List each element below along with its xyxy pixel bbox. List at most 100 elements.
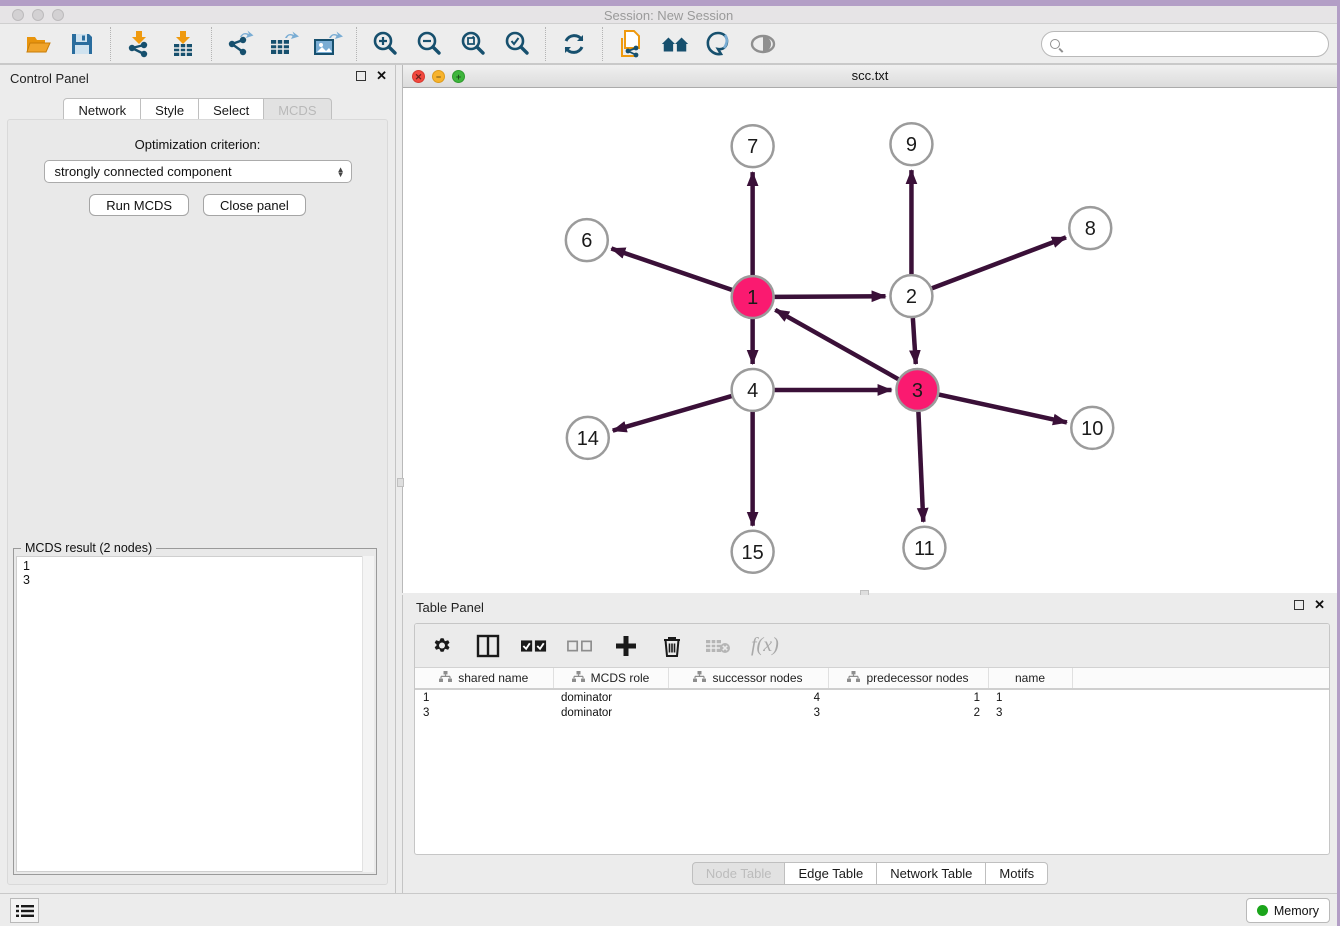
table-row[interactable]: 1dominator411 [415, 689, 1329, 705]
delete-table-icon[interactable] [705, 633, 731, 659]
svg-text:1: 1 [747, 287, 758, 309]
result-scrollbar[interactable] [362, 556, 374, 872]
column-header-MCDS-role[interactable]: MCDS role [553, 668, 668, 689]
graph-node-11[interactable]: 11 [903, 527, 945, 569]
cell-name[interactable]: 1 [988, 689, 1072, 705]
cell-successor-nodes[interactable]: 3 [668, 705, 828, 721]
duplicate-network-icon[interactable] [616, 29, 646, 59]
tab-node-table[interactable]: Node Table [692, 862, 786, 885]
graph-edge-2-8[interactable] [932, 237, 1066, 288]
open-file-icon[interactable] [23, 29, 53, 59]
svg-text:7: 7 [747, 136, 758, 158]
graph-edge-1-6[interactable] [611, 249, 731, 290]
graph-edge-3-10[interactable] [939, 395, 1067, 423]
node-table-container: f(x) shared nameMCDS rolesuccessor nodes… [414, 623, 1330, 855]
search-input[interactable] [1066, 37, 1328, 51]
vertical-splitter-grip[interactable] [397, 478, 404, 487]
network-window-title: scc.txt [403, 68, 1337, 83]
memory-label: Memory [1274, 904, 1319, 918]
save-session-icon[interactable] [67, 29, 97, 59]
refresh-layout-icon[interactable] [559, 29, 589, 59]
graph-edge-4-14[interactable] [613, 396, 732, 431]
close-panel-button[interactable]: Close panel [203, 194, 306, 216]
hierarchy-icon [439, 671, 452, 686]
zoom-fit-icon[interactable] [458, 29, 488, 59]
memory-button[interactable]: Memory [1246, 898, 1330, 923]
graph-node-10[interactable]: 10 [1071, 407, 1113, 449]
column-header-filler [1072, 668, 1329, 689]
hierarchy-icon [847, 671, 860, 686]
criterion-value: strongly connected component [55, 164, 337, 179]
cell-MCDS-role[interactable]: dominator [553, 689, 668, 705]
column-header-predecessor-nodes[interactable]: predecessor nodes [828, 668, 988, 689]
tab-network-table[interactable]: Network Table [877, 862, 986, 885]
close-table-panel-icon[interactable]: ✕ [1314, 600, 1325, 610]
graph-edge-3-11[interactable] [918, 412, 923, 522]
search-box[interactable] [1041, 31, 1329, 57]
zoom-selected-icon[interactable] [502, 29, 532, 59]
export-network-icon[interactable] [225, 29, 255, 59]
svg-text:2: 2 [906, 286, 917, 308]
graph-node-6[interactable]: 6 [566, 219, 608, 261]
task-history-button[interactable] [10, 898, 39, 923]
graph-node-3[interactable]: 3 [896, 369, 938, 411]
graph-edge-2-3[interactable] [913, 318, 916, 364]
float-panel-icon[interactable] [356, 71, 366, 81]
graph-node-1[interactable]: 1 [732, 276, 774, 318]
graph-node-4[interactable]: 4 [732, 369, 774, 411]
delete-column-icon[interactable] [659, 633, 685, 659]
cell-shared-name[interactable]: 1 [415, 689, 553, 705]
hierarchy-icon [572, 671, 585, 686]
run-mcds-button[interactable]: Run MCDS [89, 194, 189, 216]
import-network-icon[interactable] [124, 29, 154, 59]
column-header-name[interactable]: name [988, 668, 1072, 689]
table-row[interactable]: 3dominator323 [415, 705, 1329, 721]
export-image-icon[interactable] [313, 29, 343, 59]
graph-node-2[interactable]: 2 [890, 275, 932, 317]
table-toolbar: f(x) [415, 624, 1329, 668]
graph-node-8[interactable]: 8 [1069, 207, 1111, 249]
tab-motifs[interactable]: Motifs [986, 862, 1048, 885]
first-neighbors-icon[interactable] [660, 29, 690, 59]
window-title: Session: New Session [0, 8, 1337, 23]
select-all-icon[interactable] [521, 633, 547, 659]
function-builder-icon[interactable]: f(x) [751, 634, 779, 657]
search-icon [1050, 39, 1060, 49]
import-table-icon[interactable] [168, 29, 198, 59]
cell-successor-nodes[interactable]: 4 [668, 689, 828, 705]
float-table-panel-icon[interactable] [1294, 600, 1304, 610]
graph-node-14[interactable]: 14 [567, 417, 609, 459]
cell-MCDS-role[interactable]: dominator [553, 705, 668, 721]
cell-predecessor-nodes[interactable]: 2 [828, 705, 988, 721]
network-view-window: ✕ − + scc.txt 7968124314101511 [402, 65, 1337, 593]
column-layout-icon[interactable] [475, 633, 501, 659]
graph-node-7[interactable]: 7 [732, 125, 774, 167]
svg-text:6: 6 [581, 230, 592, 252]
column-header-shared-name[interactable]: shared name [415, 668, 553, 689]
mcds-result-title: MCDS result (2 nodes) [21, 541, 156, 555]
criterion-dropdown[interactable]: strongly connected component ▲▼ [44, 160, 352, 183]
network-canvas[interactable]: 7 9 6 8 1 2 4 3 14 10 15 11 [403, 88, 1337, 593]
cell-shared-name[interactable]: 3 [415, 705, 553, 721]
apply-style-icon[interactable] [704, 29, 734, 59]
zoom-out-icon[interactable] [414, 29, 444, 59]
settings-gear-icon[interactable] [429, 633, 455, 659]
show-hide-icon[interactable] [748, 29, 778, 59]
cell-predecessor-nodes[interactable]: 1 [828, 689, 988, 705]
add-column-icon[interactable] [613, 633, 639, 659]
deselect-all-icon[interactable] [567, 633, 593, 659]
graph-edge-1-2[interactable] [775, 296, 886, 297]
cell-name[interactable]: 3 [988, 705, 1072, 721]
table-tabs: Node TableEdge TableNetwork TableMotifs [403, 862, 1337, 885]
close-panel-icon[interactable]: ✕ [376, 71, 387, 81]
optimization-criterion-label: Optimization criterion: [8, 137, 387, 152]
tab-edge-table[interactable]: Edge Table [785, 862, 877, 885]
column-header-successor-nodes[interactable]: successor nodes [668, 668, 828, 689]
export-table-icon[interactable] [269, 29, 299, 59]
zoom-in-icon[interactable] [370, 29, 400, 59]
graph-node-9[interactable]: 9 [890, 123, 932, 165]
mcds-result-textarea[interactable]: 1 3 [16, 556, 374, 872]
graph-edge-3-1[interactable] [775, 310, 898, 379]
graph-node-15[interactable]: 15 [732, 531, 774, 573]
main-toolbar [0, 24, 1337, 65]
